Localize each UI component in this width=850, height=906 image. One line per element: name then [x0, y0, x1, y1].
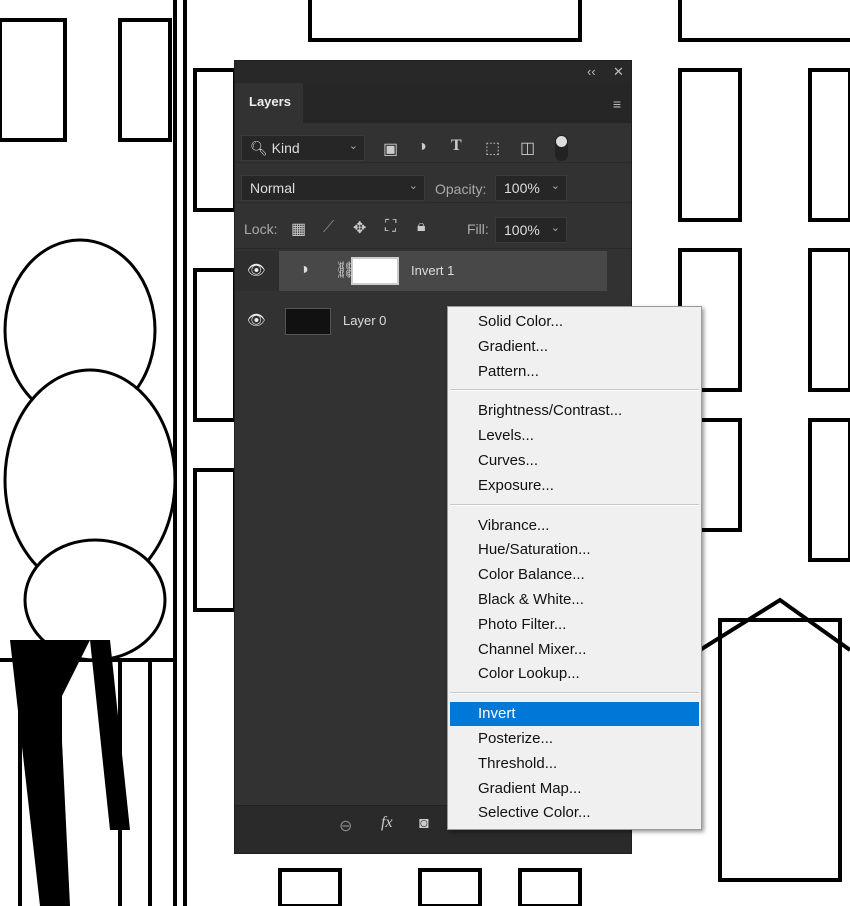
visibility-eye-icon[interactable]: 👁︎ — [247, 261, 266, 279]
menu-item-curves[interactable]: Curves... — [450, 449, 699, 473]
lock-brush-icon[interactable]: ⟋ — [323, 219, 334, 237]
lock-label: Lock: — [244, 221, 278, 237]
menu-item-gradient[interactable]: Gradient... — [450, 335, 699, 359]
shape-filter-icon[interactable]: ⬚ — [485, 138, 500, 158]
toggle-knob — [556, 136, 567, 147]
menu-item-hue-saturation[interactable]: Hue/Saturation... — [450, 538, 699, 562]
layer-row-invert[interactable]: 👁︎ ◑ ⛓ Invert 1 — [235, 251, 607, 291]
menu-item-black-white[interactable]: Black & White... — [450, 588, 699, 612]
menu-item-invert[interactable]: Invert — [450, 702, 699, 727]
blend-row: Normal ⌄ Opacity: 100% ⌄ — [235, 163, 631, 203]
lock-row: Lock: ▦ ⟋ ✥ ⛶ 🔒︎ Fill: 100% ⌄ — [235, 203, 631, 249]
filter-kind-select[interactable]: 🔍︎ Kind ⌄ — [241, 135, 365, 161]
fill-label: Fill: — [467, 221, 489, 237]
menu-item-pattern[interactable]: Pattern... — [450, 360, 699, 384]
link-layers-icon[interactable]: ⊖ — [339, 816, 352, 836]
chevron-down-icon[interactable]: ⌄ — [551, 221, 560, 234]
pixel-filter-icon[interactable]: ▣ — [383, 139, 398, 159]
layer-mask-thumbnail[interactable] — [351, 257, 399, 285]
filter-kind-label: Kind — [271, 140, 300, 156]
menu-item-brightness-contrast[interactable]: Brightness/Contrast... — [450, 399, 699, 423]
close-button[interactable]: ✕ — [613, 64, 624, 80]
panel-menu-icon[interactable]: ≡ — [613, 96, 621, 112]
adjustment-layer-menu: Solid Color... Gradient... Pattern... Brigh… — [447, 306, 702, 830]
menu-item-exposure[interactable]: Exposure... — [450, 474, 699, 498]
menu-item-vibrance[interactable]: Vibrance... — [450, 514, 699, 538]
chevron-down-icon: ⌄ — [408, 180, 418, 192]
layer-name[interactable]: Invert 1 — [411, 263, 454, 278]
menu-separator — [450, 692, 699, 695]
menu-separator — [450, 503, 699, 506]
lock-position-icon[interactable]: ✥ — [353, 218, 366, 238]
filter-toggle[interactable] — [555, 135, 568, 161]
chevron-down-icon: ⌄ — [348, 140, 358, 152]
search-icon: 🔍︎ — [250, 140, 268, 156]
fx-icon[interactable]: fx — [381, 814, 393, 832]
filter-row: 🔍︎ Kind ⌄ ▣ ◑ T ⬚ ◫ — [235, 123, 631, 163]
lock-artboard-icon[interactable]: ⛶ — [385, 218, 396, 236]
add-mask-icon[interactable]: ◙ — [419, 815, 429, 833]
fill-value: 100% — [504, 222, 540, 238]
menu-item-color-balance[interactable]: Color Balance... — [450, 563, 699, 587]
tab-layers[interactable]: Layers — [235, 83, 303, 123]
menu-item-color-lookup[interactable]: Color Lookup... — [450, 662, 699, 686]
menu-item-threshold[interactable]: Threshold... — [450, 752, 699, 776]
lock-all-icon[interactable]: 🔒︎ — [417, 218, 426, 236]
lock-transparent-icon[interactable]: ▦ — [291, 219, 306, 239]
visibility-eye-icon[interactable]: 👁︎ — [247, 311, 266, 329]
collapse-button[interactable]: ‹‹ — [587, 64, 596, 79]
chevron-down-icon[interactable]: ⌄ — [551, 179, 560, 192]
opacity-input[interactable]: 100% ⌄ — [495, 175, 567, 201]
type-filter-icon[interactable]: T — [451, 137, 462, 155]
opacity-label: Opacity: — [435, 181, 487, 197]
menu-item-selective-color[interactable]: Selective Color... — [450, 801, 699, 825]
tab-row: Layers ≡ — [235, 83, 631, 123]
menu-separator — [450, 389, 699, 392]
smart-object-filter-icon[interactable]: ◫ — [520, 138, 535, 158]
menu-item-gradient-map[interactable]: Gradient Map... — [450, 777, 699, 801]
panel-title-bar: ‹‹ ✕ — [235, 61, 631, 83]
menu-item-posterize[interactable]: Posterize... — [450, 727, 699, 751]
menu-item-solid-color[interactable]: Solid Color... — [450, 310, 699, 334]
layer-name[interactable]: Layer 0 — [343, 313, 386, 328]
opacity-value: 100% — [504, 180, 540, 196]
fill-input[interactable]: 100% ⌄ — [495, 217, 567, 243]
layer-thumbnail — [285, 308, 331, 335]
menu-item-channel-mixer[interactable]: Channel Mixer... — [450, 638, 699, 662]
menu-item-photo-filter[interactable]: Photo Filter... — [450, 613, 699, 637]
blend-mode-select[interactable]: Normal ⌄ — [241, 175, 425, 201]
blend-mode-value: Normal — [250, 180, 296, 196]
menu-item-levels[interactable]: Levels... — [450, 424, 699, 448]
adjustment-filter-icon[interactable]: ◑ — [417, 138, 427, 156]
adjustment-icon: ◑ — [299, 261, 309, 278]
